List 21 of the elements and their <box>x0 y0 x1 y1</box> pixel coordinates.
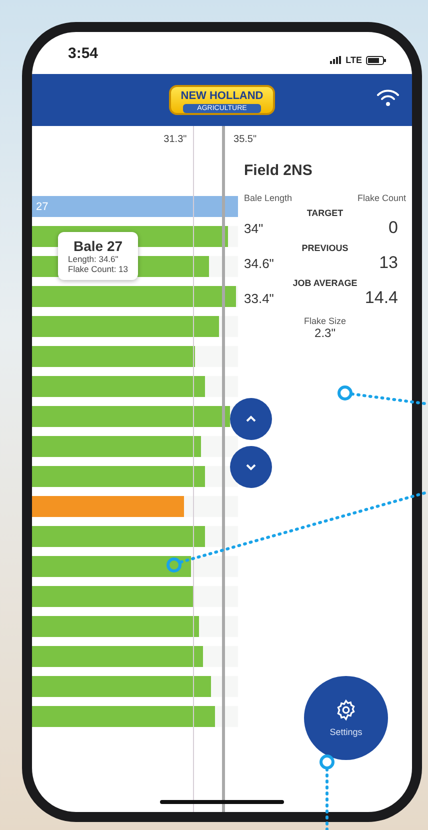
flake-size-label: Flake Size <box>302 316 348 326</box>
field-name: Field 2NS <box>244 162 314 179</box>
reference-value: 31.3" <box>164 134 187 145</box>
tooltip-title: Bale 27 <box>72 238 124 254</box>
bale-length-value: 34" <box>244 221 264 236</box>
column-label: Flake Count <box>357 193 406 203</box>
stat-title: TARGET <box>306 208 344 218</box>
flake-size-value: 2.3" <box>314 326 336 340</box>
stat-title: PREVIOUS <box>300 243 350 253</box>
tooltip-line: Length: 34.6" <box>68 254 120 264</box>
column-label: Bale Length <box>244 193 292 203</box>
bale-length-value: 33.4" <box>244 291 274 306</box>
flake-count-value: 13 <box>379 253 398 273</box>
bale-length-value: 34.6" <box>244 256 274 271</box>
network-label: LTE <box>346 55 362 65</box>
status-time: 3:54 <box>68 44 98 62</box>
reference-value: 35.5" <box>234 134 257 145</box>
flake-count-value: 14.4 <box>364 288 398 308</box>
stat-title: JOB AVERAGE <box>292 278 358 288</box>
tooltip-line: Flake Count: 13 <box>68 264 128 274</box>
flake-count-value: 0 <box>388 218 398 238</box>
